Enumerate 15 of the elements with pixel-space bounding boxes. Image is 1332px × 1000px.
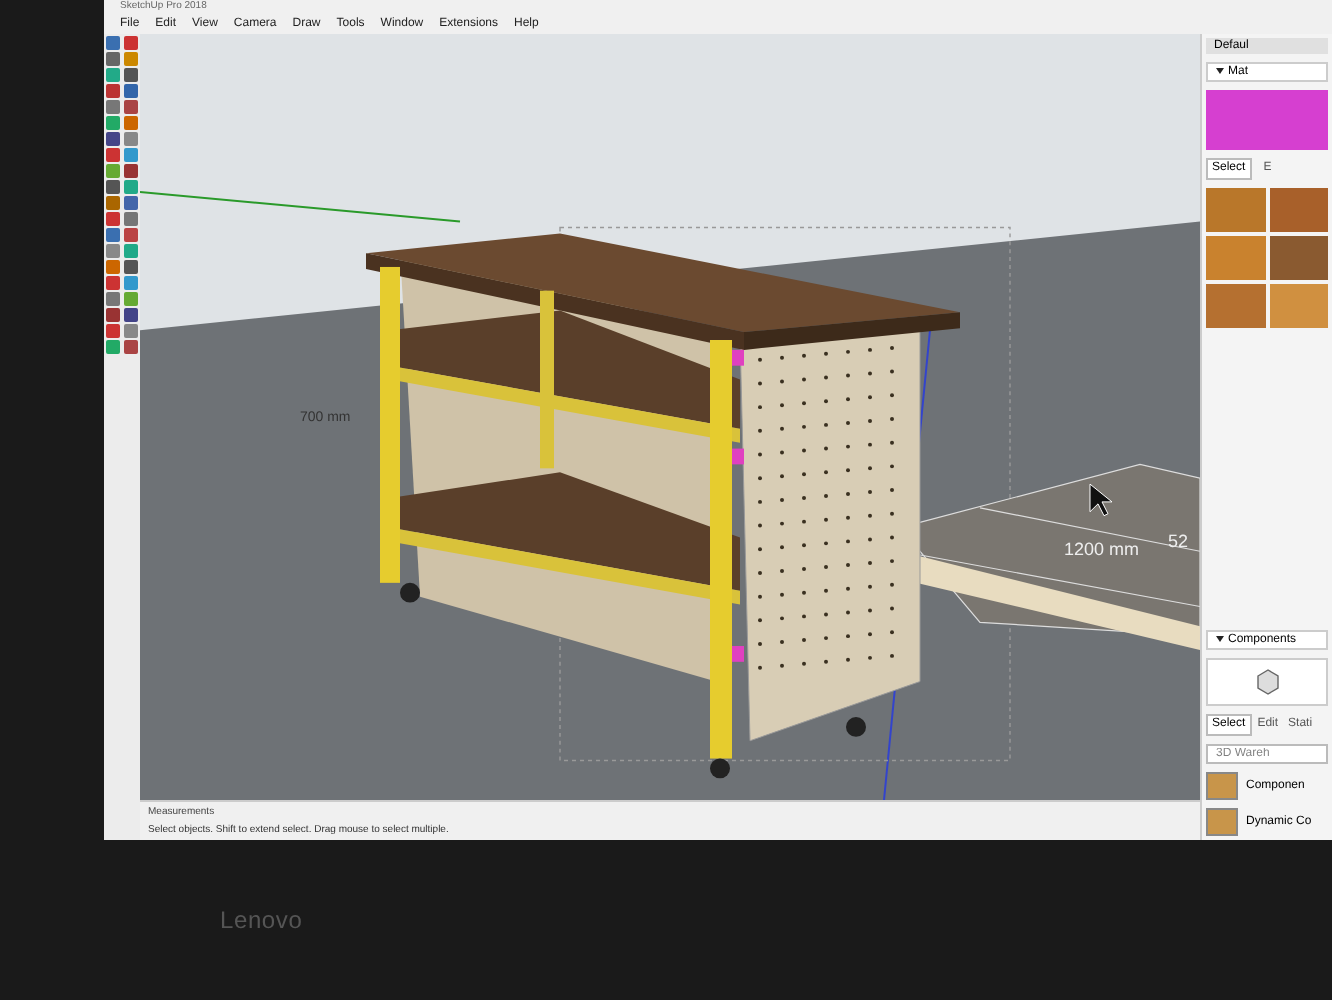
caret-icon	[1216, 68, 1224, 76]
folder-icon	[1206, 808, 1238, 836]
wood-swatch[interactable]	[1206, 188, 1265, 232]
dimension-label: 52	[1168, 531, 1189, 552]
material-swatch	[1206, 90, 1328, 150]
caret-icon	[1216, 636, 1224, 644]
cursor-icon	[1089, 483, 1113, 517]
wood-swatch[interactable]	[1269, 236, 1328, 280]
brand-logo: Lenovo	[220, 904, 303, 938]
wood-swatch[interactable]	[1206, 284, 1265, 328]
wood-swatch[interactable]	[1269, 188, 1328, 232]
dimension-label: 1200 mm	[1064, 539, 1139, 560]
wood-swatch[interactable]	[1269, 284, 1328, 328]
wood-swatch[interactable]	[1206, 236, 1265, 280]
folder-icon	[1206, 772, 1238, 800]
